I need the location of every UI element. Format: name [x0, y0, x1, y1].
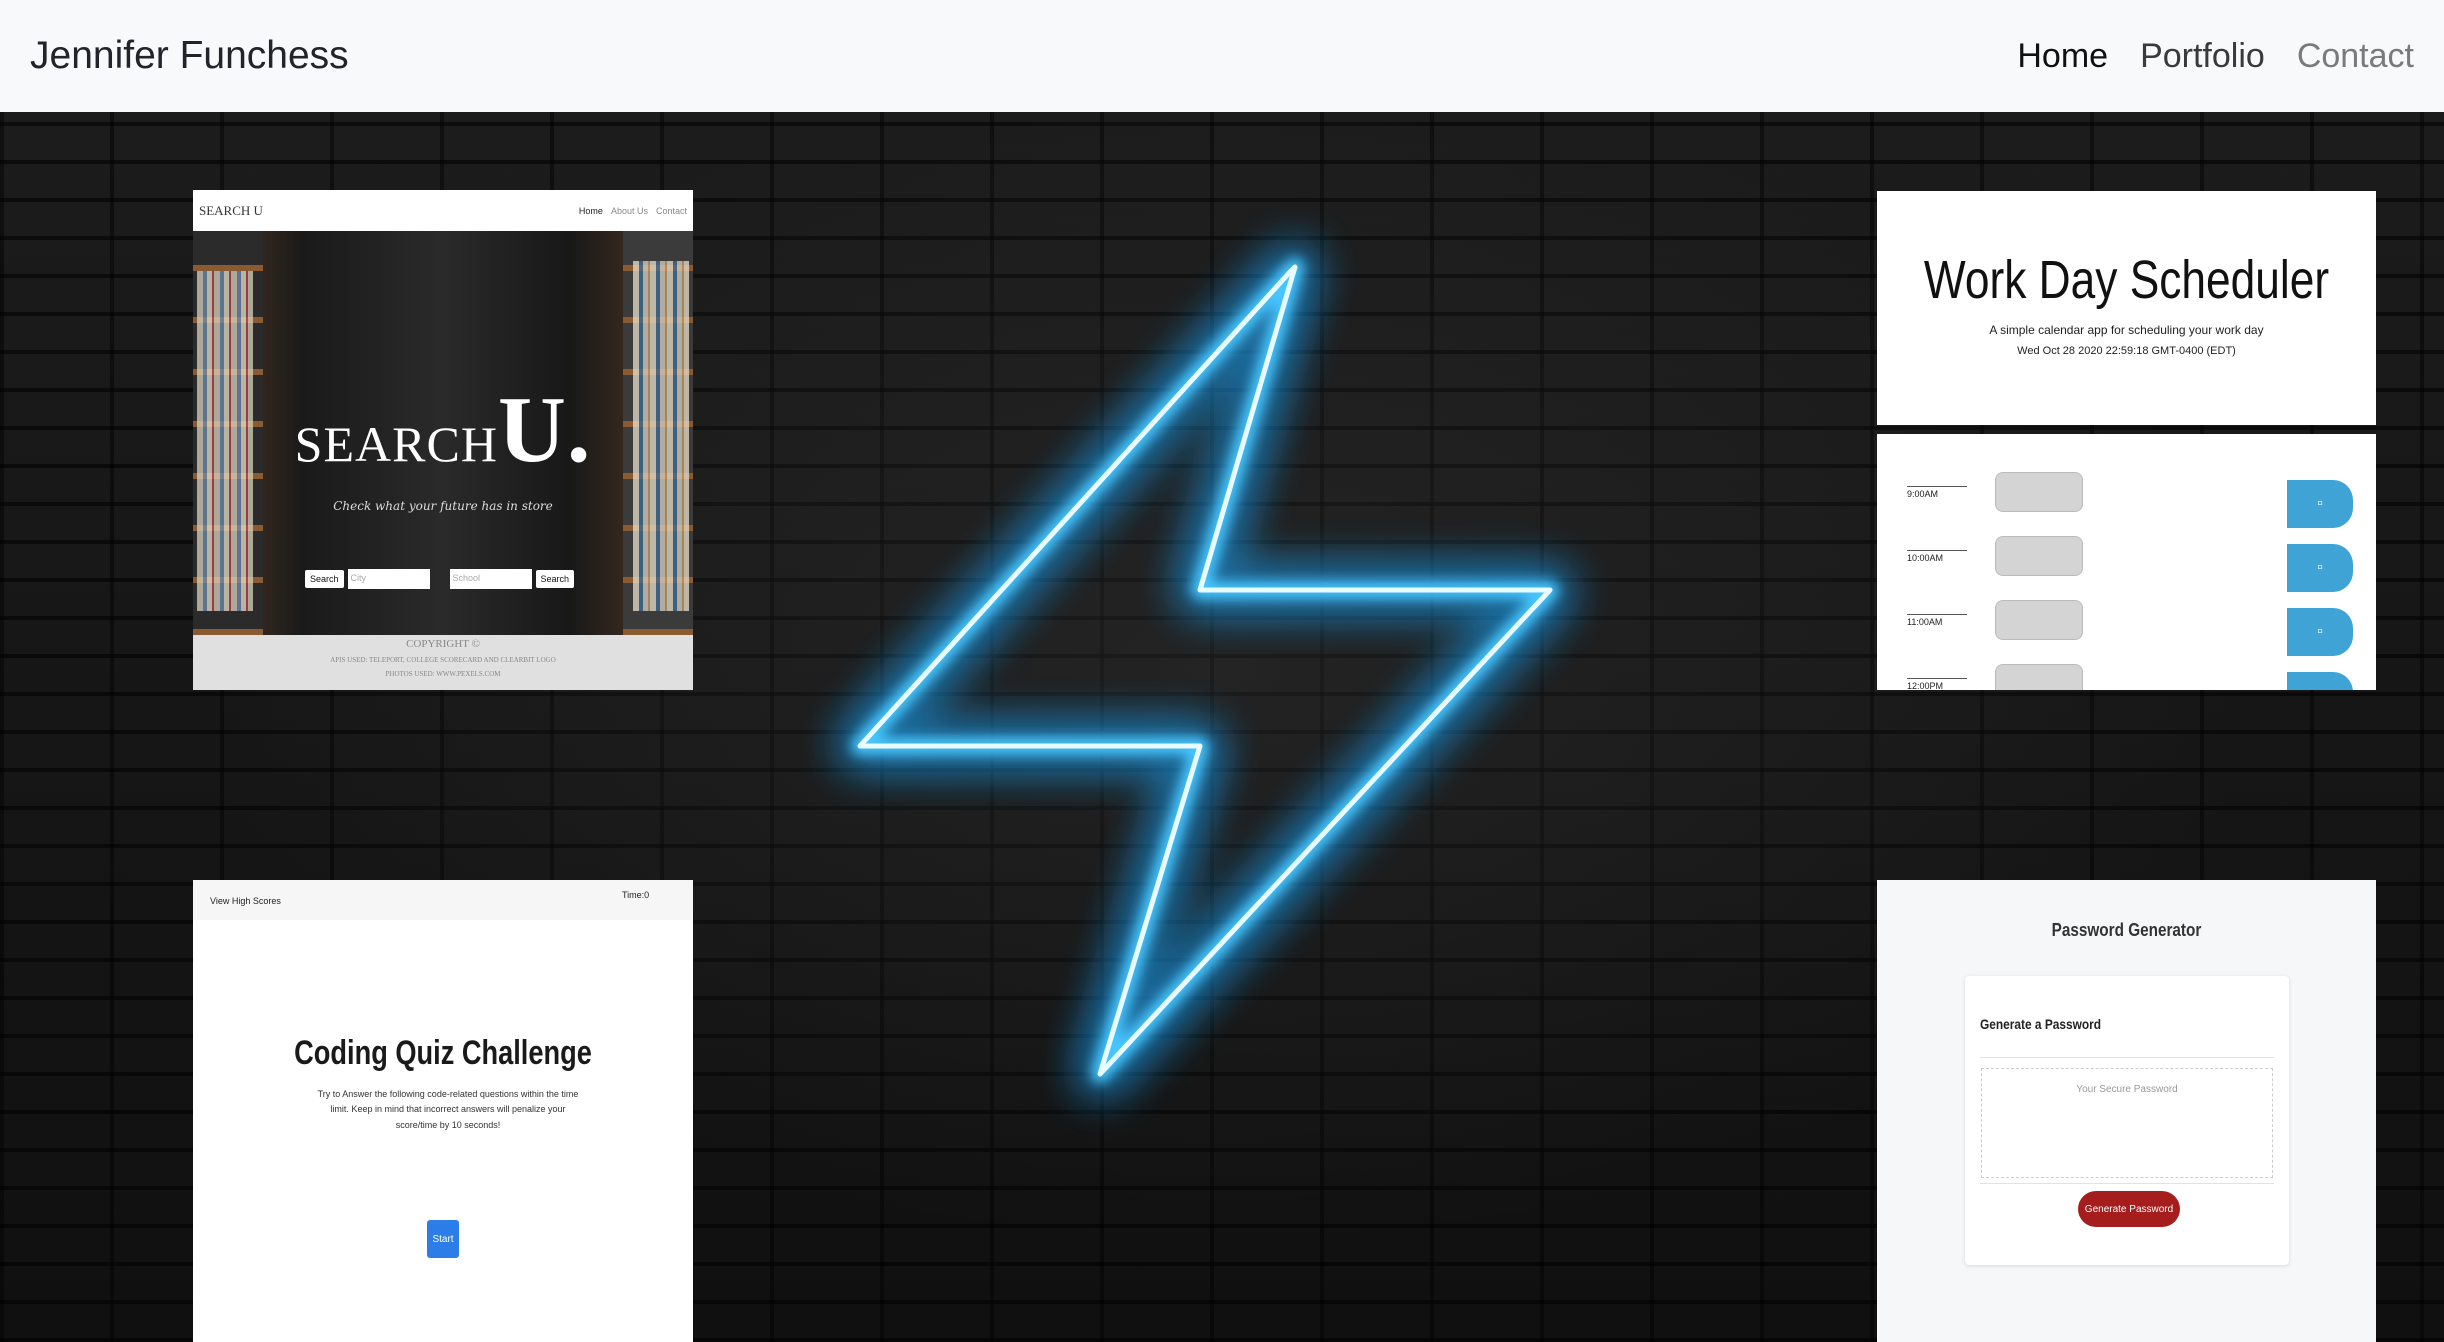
quiz-description: Try to Answer the following code-related…	[317, 1089, 579, 1130]
search-u-logo: SEARCHU.	[193, 376, 693, 484]
top-navbar: Jennifer Funchess Home Portfolio Contact	[0, 0, 2444, 112]
scheduler-row: 9:00AM ▫	[1877, 472, 2376, 528]
scheduler-event-field	[1995, 536, 2083, 576]
scheduler-row: 10:00AM ▫	[1877, 536, 2376, 592]
save-icon: ▫	[2287, 544, 2353, 592]
quiz-top-bar: View High Scores Time:0	[193, 880, 693, 920]
search-u-footer-photos: PHOTOS USED: WWW.PEXELS.COM	[385, 670, 501, 678]
scheduler-title: Work Day Scheduler	[1923, 250, 2330, 310]
scheduler-hour: 10:00AM	[1907, 550, 1967, 563]
search-u-navbar: SEARCH U Home About Us Contact	[193, 190, 693, 231]
project-card-scheduler-rows[interactable]: 9:00AM ▫ 10:00AM ▫ 11:00AM ▫ 12:00PM ▫	[1877, 434, 2376, 690]
scheduler-subtitle: A simple calendar app for scheduling you…	[1989, 323, 2264, 337]
quiz-timer: Time:0	[622, 890, 650, 900]
search-u-form: Search City School Search	[305, 569, 575, 589]
search-u-footer-apis: APIS USED: TELEPORT, COLLEGE SCORECARD A…	[330, 656, 556, 664]
password-card-header: Generate a Password	[1980, 1016, 2102, 1032]
scheduler-event-field	[1995, 472, 2083, 512]
search-u-logo-big: U.	[497, 378, 592, 482]
scheduler-hour: 12:00PM	[1907, 678, 1967, 690]
scheduler-event-field	[1995, 600, 2083, 640]
city-input: City	[347, 569, 430, 589]
divider	[1980, 1183, 2274, 1184]
quiz-view-high-scores: View High Scores	[210, 896, 281, 906]
quiz-title: Coding Quiz Challenge	[294, 1034, 592, 1072]
password-title: Password Generator	[2051, 920, 2202, 940]
project-card-search-u[interactable]: SEARCH U Home About Us Contact SEARCHU. …	[193, 190, 693, 690]
password-output: Your Secure Password	[1981, 1068, 2273, 1178]
search-u-copyright: COPYRIGHT ©	[406, 638, 480, 650]
scheduler-event-field	[1995, 664, 2083, 690]
project-card-password-generator[interactable]: Password Generator Generate a Password Y…	[1877, 880, 2376, 1342]
project-card-coding-quiz[interactable]: View High Scores Time:0 Coding Quiz Chal…	[193, 880, 693, 1342]
divider	[1980, 1057, 2274, 1058]
search-u-nav-about: About Us	[610, 205, 648, 216]
search-u-footer: COPYRIGHT © APIS USED: TELEPORT, COLLEGE…	[193, 635, 693, 690]
search-u-logo-text: SEARCH	[294, 416, 498, 472]
hero-brick-background: SEARCH U Home About Us Contact SEARCHU. …	[0, 112, 2444, 1342]
brand-link[interactable]: Jennifer Funchess	[30, 34, 349, 78]
search-u-brand: SEARCH U	[199, 202, 263, 218]
generate-password-button: Generate Password	[2078, 1191, 2180, 1227]
save-icon: ▫	[2287, 672, 2353, 690]
save-icon: ▫	[2287, 608, 2353, 656]
search-school-button: Search	[535, 570, 575, 588]
nav-portfolio[interactable]: Portfolio	[2140, 37, 2265, 76]
scheduler-hour: 11:00AM	[1907, 614, 1967, 627]
nav-home[interactable]: Home	[2017, 37, 2108, 76]
nav-links: Home Portfolio Contact	[2017, 37, 2414, 76]
search-city-button: Search	[305, 570, 344, 588]
scheduler-date: Wed Oct 28 2020 22:59:18 GMT-0400 (EDT)	[2017, 345, 2236, 357]
project-card-scheduler-header[interactable]: Work Day Scheduler A simple calendar app…	[1877, 191, 2376, 425]
scheduler-row: 11:00AM ▫	[1877, 600, 2376, 656]
school-input: School	[449, 569, 532, 589]
search-u-tagline: Check what your future has in store	[333, 499, 553, 513]
search-u-library-image: SEARCHU. Check what your future has in s…	[193, 231, 693, 635]
nav-contact[interactable]: Contact	[2297, 37, 2414, 76]
save-icon: ▫	[2287, 480, 2353, 528]
search-u-nav-home: Home	[578, 205, 603, 216]
scheduler-hour: 9:00AM	[1907, 486, 1967, 499]
search-u-nav-contact: Contact	[655, 205, 687, 216]
password-card: Generate a Password Your Secure Password…	[1965, 976, 2289, 1265]
search-u-nav-links: Home About Us Contact	[579, 206, 687, 216]
scheduler-row: 12:00PM ▫	[1877, 664, 2376, 690]
quiz-start-button: Start	[427, 1220, 459, 1258]
